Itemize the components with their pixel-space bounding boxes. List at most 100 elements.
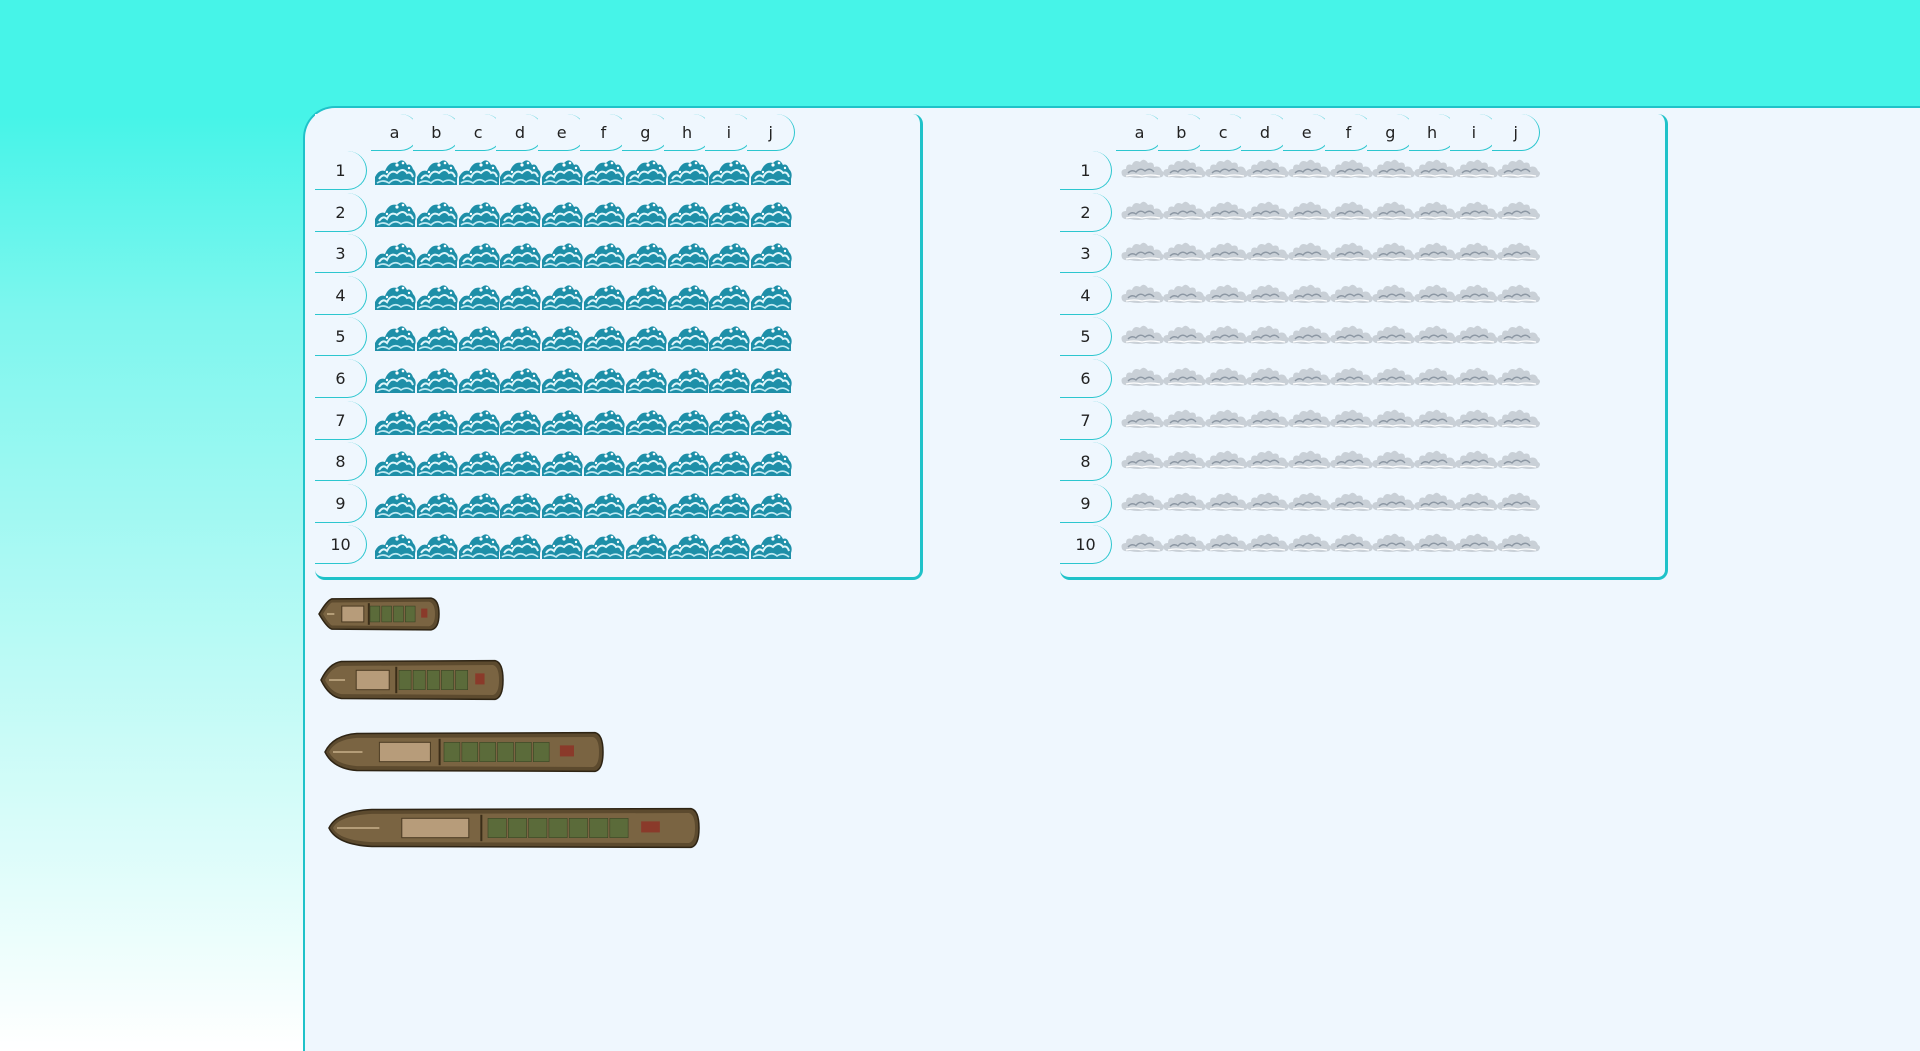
cell-g6[interactable]: [624, 363, 668, 399]
ship-2-icon[interactable]: [317, 596, 441, 636]
ship-5-icon[interactable]: [327, 806, 701, 854]
cell-j5[interactable]: [749, 321, 793, 357]
cell-e4[interactable]: [1285, 280, 1332, 316]
cell-f10[interactable]: [1327, 529, 1373, 565]
cell-i3[interactable]: [1452, 238, 1499, 274]
cell-b6[interactable]: [1160, 363, 1206, 399]
cell-g2[interactable]: [1369, 197, 1415, 233]
cell-f9[interactable]: [1327, 488, 1373, 524]
cell-b3[interactable]: [1160, 238, 1206, 274]
cell-i1[interactable]: [1452, 155, 1499, 191]
cell-b10[interactable]: [415, 529, 459, 565]
cell-b8[interactable]: [1160, 446, 1206, 482]
cell-f4[interactable]: [1327, 280, 1373, 316]
cell-a4[interactable]: [1118, 280, 1164, 316]
cell-d7[interactable]: [1243, 405, 1290, 441]
cell-b5[interactable]: [415, 321, 459, 357]
cell-b9[interactable]: [415, 488, 459, 524]
cell-c6[interactable]: [457, 363, 501, 399]
cell-c1[interactable]: [1202, 155, 1248, 191]
cell-f2[interactable]: [1327, 197, 1373, 233]
cell-d1[interactable]: [1243, 155, 1290, 191]
cell-g10[interactable]: [1369, 529, 1415, 565]
cell-j7[interactable]: [1494, 405, 1541, 441]
cell-i2[interactable]: [707, 197, 751, 233]
cell-i5[interactable]: [707, 321, 751, 357]
cell-f5[interactable]: [1327, 321, 1373, 357]
cell-a1[interactable]: [373, 155, 417, 191]
cell-j4[interactable]: [1494, 280, 1541, 316]
cell-b2[interactable]: [415, 197, 459, 233]
cell-f6[interactable]: [1327, 363, 1373, 399]
cell-a10[interactable]: [1118, 529, 1164, 565]
cell-i6[interactable]: [1452, 363, 1499, 399]
cell-b4[interactable]: [415, 280, 459, 316]
cell-e4[interactable]: [540, 280, 584, 316]
cell-b1[interactable]: [1160, 155, 1206, 191]
cell-i9[interactable]: [707, 488, 751, 524]
cell-g1[interactable]: [1369, 155, 1415, 191]
cell-f6[interactable]: [582, 363, 626, 399]
cell-j7[interactable]: [749, 405, 793, 441]
cell-i7[interactable]: [1452, 405, 1499, 441]
cell-i5[interactable]: [1452, 321, 1499, 357]
cell-e6[interactable]: [1285, 363, 1332, 399]
cell-g1[interactable]: [624, 155, 668, 191]
cell-a9[interactable]: [1118, 488, 1164, 524]
cell-j2[interactable]: [749, 197, 793, 233]
cell-a5[interactable]: [1118, 321, 1164, 357]
cell-d4[interactable]: [1243, 280, 1290, 316]
cell-d2[interactable]: [1243, 197, 1290, 233]
cell-d9[interactable]: [498, 488, 542, 524]
cell-c4[interactable]: [457, 280, 501, 316]
cell-c10[interactable]: [1202, 529, 1248, 565]
cell-i9[interactable]: [1452, 488, 1499, 524]
cell-c3[interactable]: [1202, 238, 1248, 274]
cell-g8[interactable]: [624, 446, 668, 482]
cell-c6[interactable]: [1202, 363, 1248, 399]
cell-a3[interactable]: [373, 238, 417, 274]
cell-c5[interactable]: [1202, 321, 1248, 357]
cell-c8[interactable]: [1202, 446, 1248, 482]
cell-e8[interactable]: [1285, 446, 1332, 482]
cell-i4[interactable]: [1452, 280, 1499, 316]
cell-f7[interactable]: [1327, 405, 1373, 441]
cell-e2[interactable]: [540, 197, 584, 233]
cell-a2[interactable]: [373, 197, 417, 233]
cell-h7[interactable]: [1411, 405, 1457, 441]
cell-i8[interactable]: [1452, 446, 1499, 482]
cell-d10[interactable]: [498, 529, 542, 565]
cell-g7[interactable]: [1369, 405, 1415, 441]
cell-h9[interactable]: [666, 488, 710, 524]
cell-e1[interactable]: [540, 155, 584, 191]
cell-j5[interactable]: [1494, 321, 1541, 357]
cell-e7[interactable]: [1285, 405, 1332, 441]
cell-c2[interactable]: [1202, 197, 1248, 233]
cell-j2[interactable]: [1494, 197, 1541, 233]
cell-b6[interactable]: [415, 363, 459, 399]
cell-b7[interactable]: [1160, 405, 1206, 441]
cell-h6[interactable]: [1411, 363, 1457, 399]
cell-g4[interactable]: [624, 280, 668, 316]
cell-h10[interactable]: [1411, 529, 1457, 565]
cell-i10[interactable]: [707, 529, 751, 565]
cell-h1[interactable]: [1411, 155, 1457, 191]
cell-j9[interactable]: [749, 488, 793, 524]
cell-g8[interactable]: [1369, 446, 1415, 482]
cell-d5[interactable]: [1243, 321, 1290, 357]
cell-h5[interactable]: [1411, 321, 1457, 357]
cell-j3[interactable]: [749, 238, 793, 274]
cell-d6[interactable]: [1243, 363, 1290, 399]
cell-a8[interactable]: [1118, 446, 1164, 482]
cell-d6[interactable]: [498, 363, 542, 399]
cell-h6[interactable]: [666, 363, 710, 399]
cell-h1[interactable]: [666, 155, 710, 191]
ship-3-icon[interactable]: [319, 658, 505, 706]
cell-e9[interactable]: [1285, 488, 1332, 524]
cell-c9[interactable]: [1202, 488, 1248, 524]
cell-f4[interactable]: [582, 280, 626, 316]
cell-h4[interactable]: [1411, 280, 1457, 316]
cell-b3[interactable]: [415, 238, 459, 274]
cell-a10[interactable]: [373, 529, 417, 565]
cell-h10[interactable]: [666, 529, 710, 565]
